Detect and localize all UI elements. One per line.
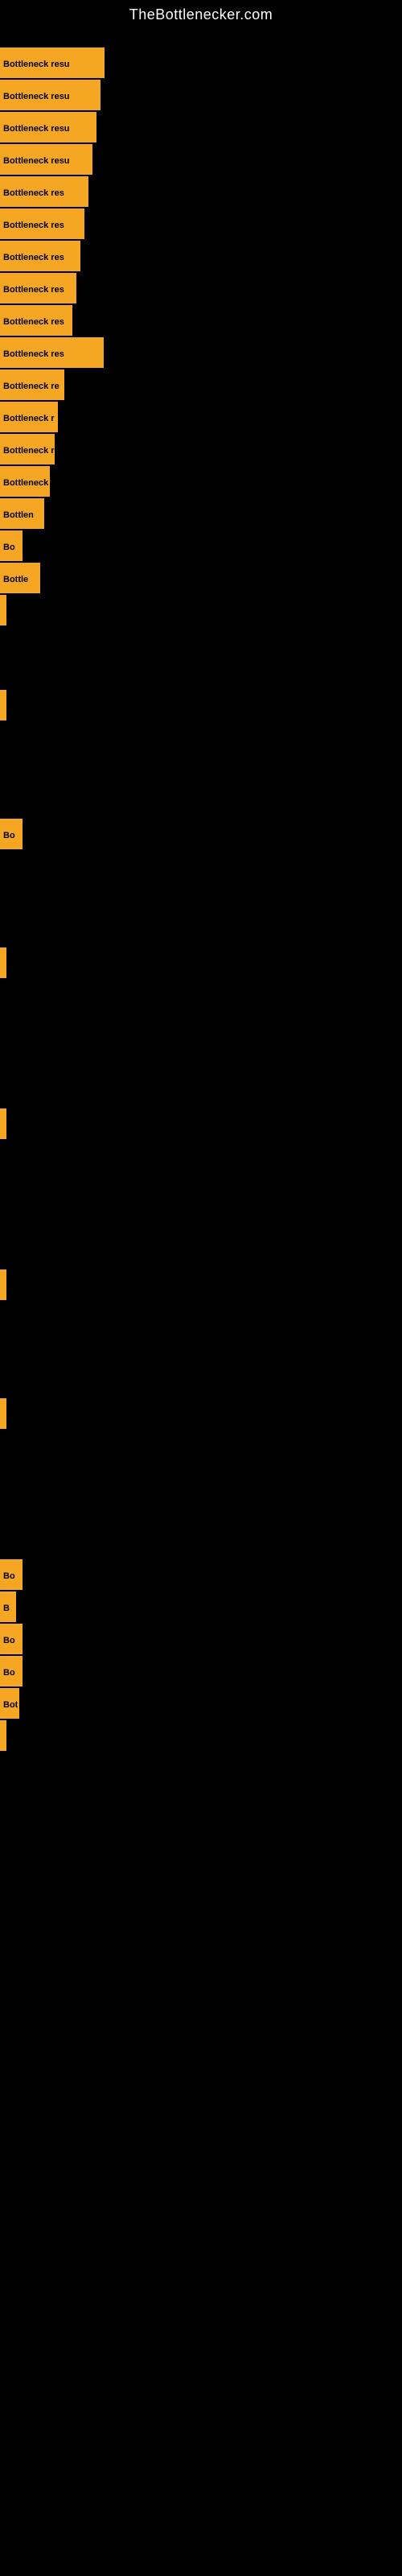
- bar-tick: [0, 595, 6, 625]
- bar-label: Bottleneck res: [0, 241, 80, 271]
- bar-item: [0, 1269, 6, 1300]
- bar-label: Bo: [0, 1559, 23, 1590]
- bar-item: Bottle: [0, 563, 40, 593]
- bar-item: Bottleneck re: [0, 369, 64, 400]
- bar-item: [0, 1108, 6, 1139]
- bar-label: Bottleneck re: [0, 369, 64, 400]
- bar-label: Bo: [0, 1624, 23, 1654]
- bar-item: Bo: [0, 1656, 23, 1686]
- bar-item: Bottleneck resu: [0, 80, 100, 110]
- bar-item: Bottleneck resu: [0, 47, 105, 78]
- bar-item: [0, 595, 6, 625]
- bar-item: Bottleneck resu: [0, 144, 92, 175]
- bar-item: Bottleneck res: [0, 337, 104, 368]
- bar-label: Bottle: [0, 563, 40, 593]
- bar-item: Bottleneck r: [0, 434, 55, 464]
- bar-label: Bottlen: [0, 498, 44, 529]
- bar-label: Bot: [0, 1688, 19, 1719]
- bar-tick: [0, 1269, 6, 1300]
- bar-label: Bottleneck resu: [0, 47, 105, 78]
- bar-item: Bottleneck res: [0, 273, 76, 303]
- bar-label: Bottleneck res: [0, 273, 76, 303]
- bar-label: Bottleneck res: [0, 305, 72, 336]
- bar-label: Bottleneck resu: [0, 144, 92, 175]
- bar-label: Bottleneck res: [0, 337, 104, 368]
- bar-item: Bottlen: [0, 498, 44, 529]
- bar-item: Bottleneck resu: [0, 112, 96, 142]
- bar-item: Bo: [0, 530, 23, 561]
- bar-label: Bottleneck res: [0, 176, 88, 207]
- bar-item: Bottleneck res: [0, 241, 80, 271]
- bar-tick: [0, 947, 6, 978]
- bar-item: Bottleneck res: [0, 176, 88, 207]
- bar-label: Bottleneck r: [0, 466, 50, 497]
- bar-item: [0, 690, 6, 720]
- bar-label: Bottleneck resu: [0, 80, 100, 110]
- bar-item: [0, 947, 6, 978]
- bar-label: Bottleneck r: [0, 434, 55, 464]
- bar-item: Bottleneck res: [0, 305, 72, 336]
- bar-label: Bottleneck res: [0, 208, 84, 239]
- bar-item: Bottleneck r: [0, 402, 58, 432]
- bar-item: [0, 1720, 6, 1751]
- bar-item: B: [0, 1591, 16, 1622]
- bar-item: Bo: [0, 1624, 23, 1654]
- bar-tick: [0, 690, 6, 720]
- bar-label: Bo: [0, 1656, 23, 1686]
- bar-tick: [0, 1720, 6, 1751]
- page-title: TheBottlenecker.com: [0, 0, 402, 30]
- bar-item: Bo: [0, 1559, 23, 1590]
- bar-item: Bottleneck res: [0, 208, 84, 239]
- bar-tick: [0, 1398, 6, 1429]
- bar-item: Bot: [0, 1688, 19, 1719]
- bar-item: Bo: [0, 819, 23, 849]
- bar-tick: [0, 1108, 6, 1139]
- bar-label: B: [0, 1591, 16, 1622]
- bar-label: Bo: [0, 530, 23, 561]
- bar-item: Bottleneck r: [0, 466, 50, 497]
- bar-label: Bottleneck resu: [0, 112, 96, 142]
- bar-item: [0, 1398, 6, 1429]
- bar-label: Bo: [0, 819, 23, 849]
- bar-label: Bottleneck r: [0, 402, 58, 432]
